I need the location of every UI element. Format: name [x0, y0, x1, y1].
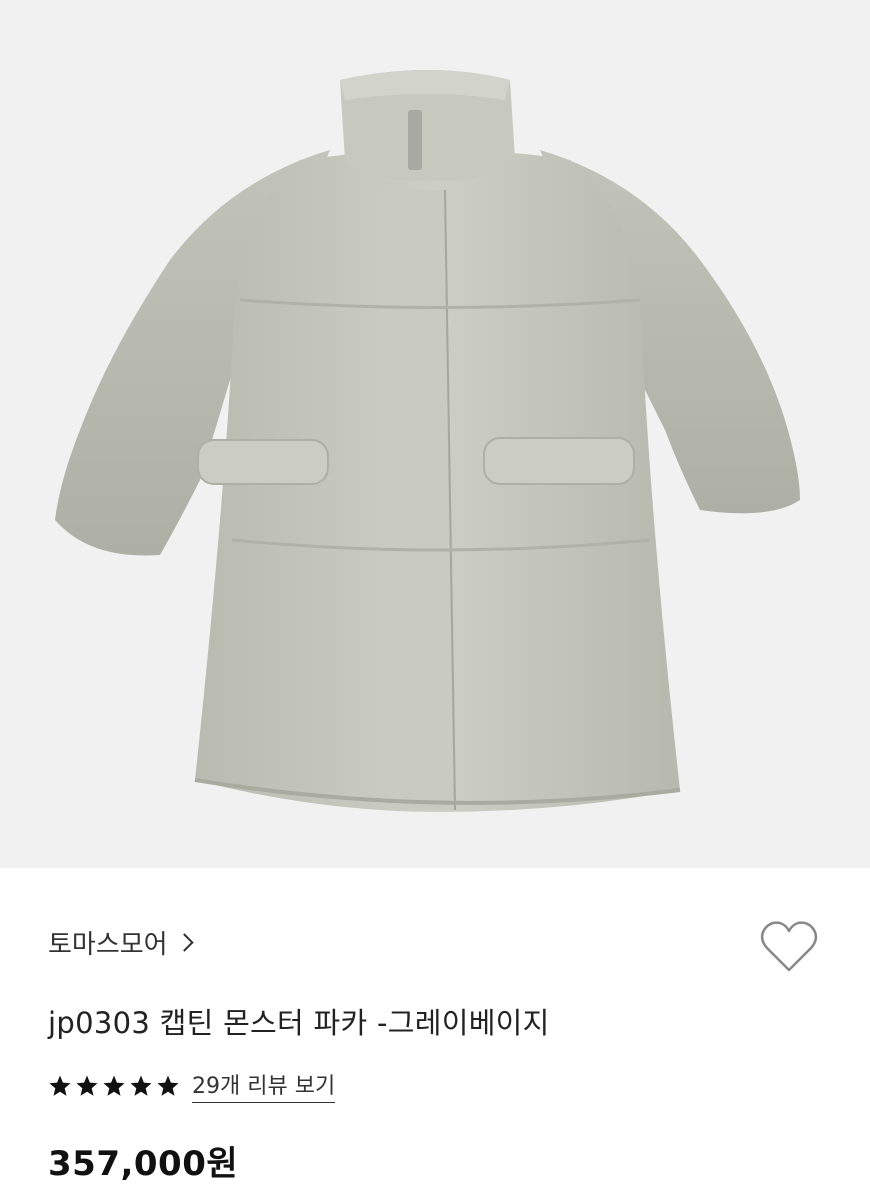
star-icon [76, 1075, 98, 1096]
rating-row: 29개 리뷰 보기 [48, 1068, 336, 1103]
product-price: 357,000원 [48, 1144, 239, 1184]
product-title: jp0303 캡틴 몬스터 파카 -그레이베이지 [48, 1006, 550, 1040]
review-link[interactable]: 29개 리뷰 보기 [192, 1068, 336, 1103]
heart-outline-icon[interactable] [758, 916, 820, 978]
puffer-parka-image [0, 0, 870, 868]
brand-name: 토마스모어 [48, 930, 168, 960]
brand-link[interactable]: 토마스모어 [48, 924, 194, 961]
chevron-right-icon [174, 933, 194, 952]
product-info: 토마스모어 jp0303 캡틴 몬스터 파카 -그레이베이지 29개 리뷰 보기… [0, 868, 870, 1200]
product-detail-page: 토마스모어 jp0303 캡틴 몬스터 파카 -그레이베이지 29개 리뷰 보기… [0, 0, 870, 1200]
star-icon [130, 1075, 152, 1096]
star-icon [103, 1075, 125, 1096]
star-rating [48, 1074, 180, 1098]
star-icon [49, 1075, 71, 1096]
star-icon [157, 1075, 179, 1096]
product-image[interactable] [0, 0, 870, 868]
